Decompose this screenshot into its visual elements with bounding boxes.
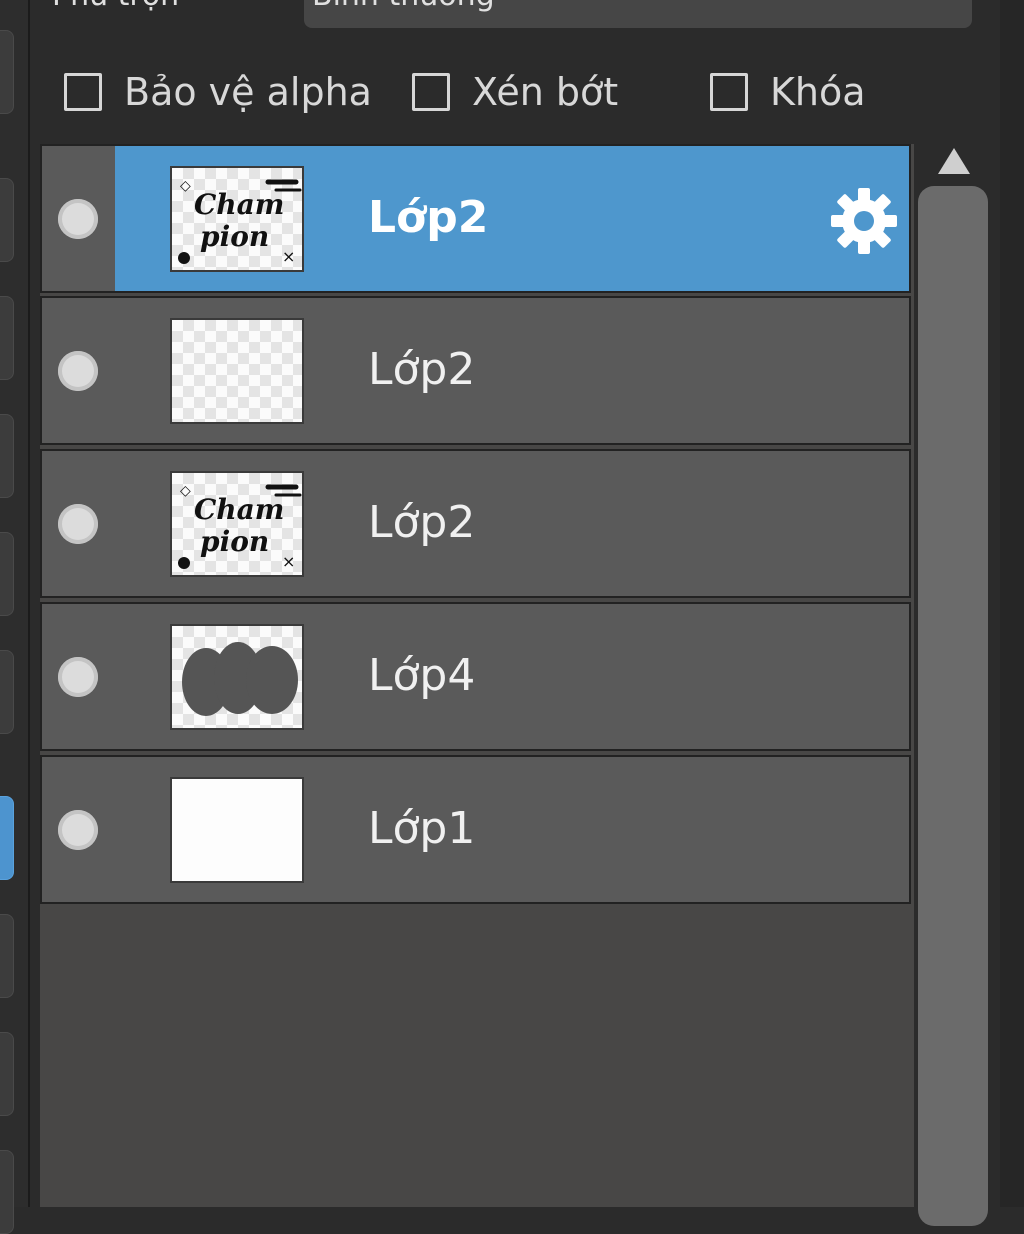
- visibility-toggle[interactable]: [58, 504, 98, 544]
- champion-text-icon: Cham pion ◇ ×: [178, 483, 302, 571]
- gray-blobs-icon: [182, 642, 298, 716]
- layer-thumbnail: [170, 624, 304, 730]
- layer-row[interactable]: Lớp1: [40, 755, 911, 904]
- lock-checkbox[interactable]: Khóa: [710, 66, 866, 118]
- blend-mode-select[interactable]: Bình thường: [304, 0, 972, 28]
- tool-strip-button[interactable]: [0, 30, 14, 114]
- svg-text:Cham: Cham: [194, 493, 284, 526]
- protect-alpha-checkbox[interactable]: Bảo vệ alpha: [64, 66, 372, 118]
- gear-icon[interactable]: [829, 186, 899, 256]
- layer-list-scrollbar[interactable]: [914, 144, 994, 1226]
- svg-text:pion: pion: [200, 525, 269, 558]
- visibility-toggle[interactable]: [58, 351, 98, 391]
- tool-strip-button[interactable]: [0, 414, 14, 498]
- blend-mode-label: Phủ trộn: [52, 0, 179, 13]
- layer-thumbnail: [170, 318, 304, 424]
- layer-thumbnail: [170, 777, 304, 883]
- layer-thumbnail: Cham pion ◇ ×: [170, 166, 304, 272]
- scrollbar-thumb[interactable]: [918, 186, 988, 1226]
- checkbox-box[interactable]: [64, 73, 102, 111]
- blend-mode-value: Bình thường: [312, 0, 495, 13]
- clipping-checkbox[interactable]: Xén bớt: [412, 66, 618, 118]
- checkbox-box[interactable]: [710, 73, 748, 111]
- triangle-up-icon[interactable]: [938, 148, 970, 174]
- layer-row[interactable]: Lớp4: [40, 602, 911, 751]
- layer-name: Lớp2: [368, 192, 489, 243]
- clipping-label: Xén bớt: [472, 70, 619, 114]
- tool-strip-button[interactable]: [0, 532, 14, 616]
- layer-name: Lớp1: [368, 803, 476, 854]
- svg-text:×: ×: [282, 247, 295, 266]
- layer-name: Lớp2: [368, 344, 476, 395]
- tool-strip-button-active[interactable]: [0, 796, 14, 880]
- layer-name: Lớp2: [368, 497, 476, 548]
- layer-thumbnail: Cham pion ◇ ×: [170, 471, 304, 577]
- layer-name: Lớp4: [368, 650, 476, 701]
- tool-strip-button[interactable]: [0, 296, 14, 380]
- panel-right-edge: [1000, 0, 1024, 1207]
- visibility-toggle[interactable]: [58, 810, 98, 850]
- protect-alpha-label: Bảo vệ alpha: [124, 70, 372, 114]
- tool-strip-button[interactable]: [0, 178, 14, 262]
- svg-text:×: ×: [282, 552, 295, 571]
- tool-strip-button[interactable]: [0, 1032, 14, 1116]
- tool-strip-button[interactable]: [0, 914, 14, 998]
- checkbox-box[interactable]: [412, 73, 450, 111]
- layer-list: Cham pion ◇ × Lớp2 Lớp2 Cham pion ◇ × Lớ…: [40, 144, 914, 1207]
- svg-text:Cham: Cham: [194, 188, 284, 221]
- svg-text:◇: ◇: [180, 178, 191, 194]
- tool-strip-button[interactable]: [0, 650, 14, 734]
- layer-row[interactable]: Cham pion ◇ × Lớp2: [40, 449, 911, 598]
- visibility-toggle[interactable]: [58, 657, 98, 697]
- lock-label: Khóa: [770, 70, 866, 114]
- svg-text:pion: pion: [200, 220, 269, 253]
- left-tool-strip: [0, 0, 30, 1234]
- layer-row-selected[interactable]: Cham pion ◇ × Lớp2: [40, 144, 911, 293]
- tool-strip-button[interactable]: [0, 1150, 14, 1234]
- svg-text:◇: ◇: [180, 483, 191, 499]
- layer-row[interactable]: Lớp2: [40, 296, 911, 445]
- champion-text-icon: Cham pion ◇ ×: [178, 178, 302, 266]
- visibility-toggle[interactable]: [58, 199, 98, 239]
